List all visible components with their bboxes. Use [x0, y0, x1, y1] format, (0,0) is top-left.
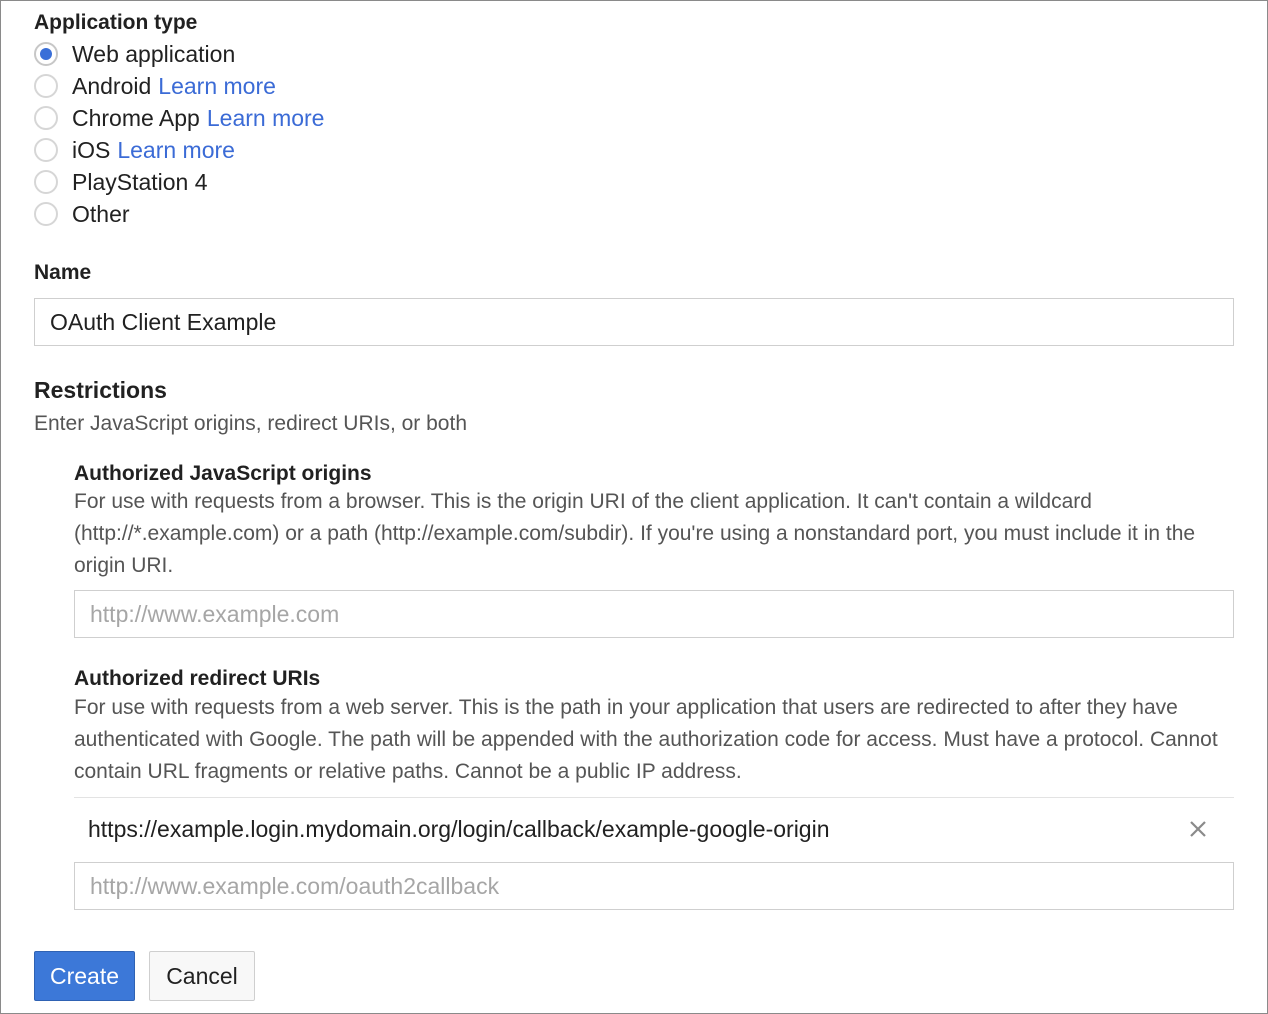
name-input[interactable] [34, 298, 1234, 346]
radio-icon[interactable] [34, 74, 58, 98]
redirect-uris-description: For use with requests from a web server.… [74, 696, 1218, 783]
name-label: Name [34, 261, 92, 284]
application-type-heading: Application type [34, 11, 198, 34]
js-origins-heading: Authorized JavaScript origins [74, 462, 372, 485]
radio-icon[interactable] [34, 106, 58, 130]
redirect-uri-entry: https://example.login.mydomain.org/login… [74, 797, 1234, 861]
close-icon[interactable] [1186, 817, 1210, 841]
radio-chrome-app[interactable]: Chrome App Learn more [34, 103, 324, 133]
js-origins-description: For use with requests from a browser. Th… [74, 490, 1196, 577]
radio-icon[interactable] [34, 138, 58, 162]
radio-label: iOS [72, 136, 111, 163]
radio-label: Other [72, 200, 130, 227]
learn-more-link[interactable]: Learn more [158, 73, 276, 100]
learn-more-link[interactable]: Learn more [207, 105, 325, 132]
create-button[interactable]: Create [34, 951, 135, 1001]
redirect-uri-value: https://example.login.mydomain.org/login… [88, 816, 830, 842]
radio-other[interactable]: Other [34, 199, 130, 229]
oauth-client-form: Application type Web application Android… [0, 0, 1268, 1014]
radio-label: Web application [72, 40, 236, 67]
redirect-uri-input[interactable] [74, 862, 1234, 910]
cancel-button[interactable]: Cancel [149, 951, 255, 1001]
radio-label: PlayStation 4 [72, 168, 208, 195]
radio-web-application[interactable]: Web application [34, 39, 235, 69]
radio-android[interactable]: Android Learn more [34, 71, 276, 101]
radio-icon[interactable] [34, 202, 58, 226]
radio-label: Chrome App [72, 104, 200, 131]
redirect-uris-heading: Authorized redirect URIs [74, 667, 321, 690]
radio-label: Android [72, 72, 152, 99]
learn-more-link[interactable]: Learn more [117, 137, 235, 164]
radio-icon[interactable] [34, 170, 58, 194]
radio-playstation-4[interactable]: PlayStation 4 [34, 167, 208, 197]
radio-checked-icon[interactable] [34, 42, 58, 66]
restrictions-subtitle: Enter JavaScript origins, redirect URIs,… [34, 412, 468, 435]
radio-ios[interactable]: iOS Learn more [34, 135, 235, 165]
js-origin-input[interactable] [74, 590, 1234, 638]
restrictions-heading: Restrictions [34, 377, 167, 403]
